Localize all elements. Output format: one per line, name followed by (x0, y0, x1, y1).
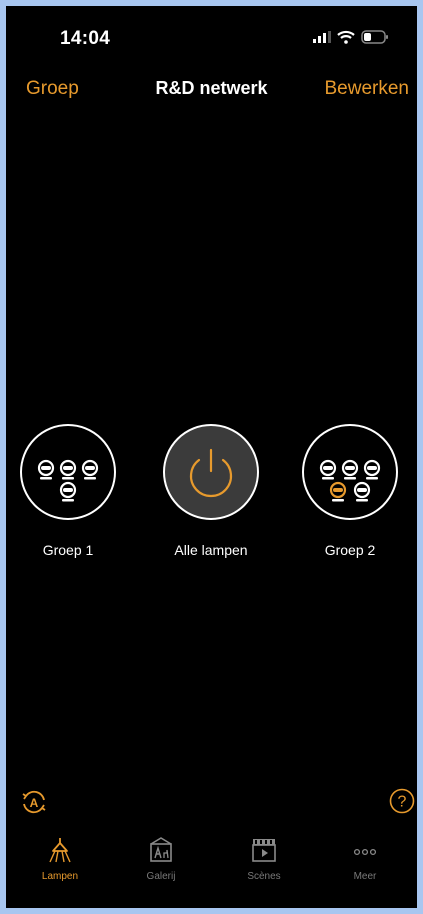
tab-label: Galerij (146, 871, 176, 882)
scenes-icon (252, 839, 276, 862)
more-icon (353, 848, 377, 856)
tab-galerij[interactable]: Galerij (116, 836, 206, 882)
help-button[interactable]: ? (389, 788, 415, 819)
all-lamps-power-button[interactable] (163, 424, 259, 520)
all-lamps-label: Alle lampen (174, 542, 248, 558)
tab-meer[interactable]: Meer (320, 836, 410, 882)
battery-icon (361, 30, 388, 44)
tab-label: Lampen (41, 871, 79, 882)
lamps-icon (37, 459, 98, 501)
group-1-item[interactable]: Groep 1 (13, 424, 123, 558)
group-2-item[interactable]: Groep 2 (295, 424, 405, 558)
status-icons (313, 30, 389, 44)
help-icon: ? (389, 788, 415, 814)
power-icon (189, 448, 232, 497)
tab-scenes[interactable]: Scènes (219, 836, 309, 882)
auto-icon: A (22, 790, 46, 814)
status-bar: 14:04 (6, 28, 417, 58)
edit-button[interactable]: Bewerken (325, 78, 410, 100)
svg-text:A: A (30, 796, 39, 810)
app-screen: 14:04 Groep R&D netwerk Bewerken Groep 1… (6, 6, 417, 908)
group-1-circle[interactable] (20, 424, 116, 520)
tab-label: Meer (353, 871, 377, 882)
tab-label: Scènes (247, 871, 281, 882)
group-2-circle[interactable] (302, 424, 398, 520)
svg-text:?: ? (398, 794, 407, 811)
wifi-icon (337, 30, 355, 44)
group-1-label: Groep 1 (42, 542, 94, 558)
navigation-bar: Groep R&D netwerk Bewerken (6, 78, 417, 108)
tab-bar: Lampen Galerij Scènes Meer (6, 836, 417, 896)
auto-button[interactable]: A (20, 788, 48, 821)
tab-lampen[interactable]: Lampen (15, 836, 105, 882)
lamp-icon (49, 838, 71, 863)
gallery-icon (150, 837, 172, 862)
lamps-icon (319, 459, 380, 501)
group-2-label: Groep 2 (324, 542, 376, 558)
all-lamps-item[interactable]: Alle lampen (156, 424, 266, 558)
status-time: 14:04 (60, 28, 111, 49)
signal-icon (313, 31, 331, 43)
